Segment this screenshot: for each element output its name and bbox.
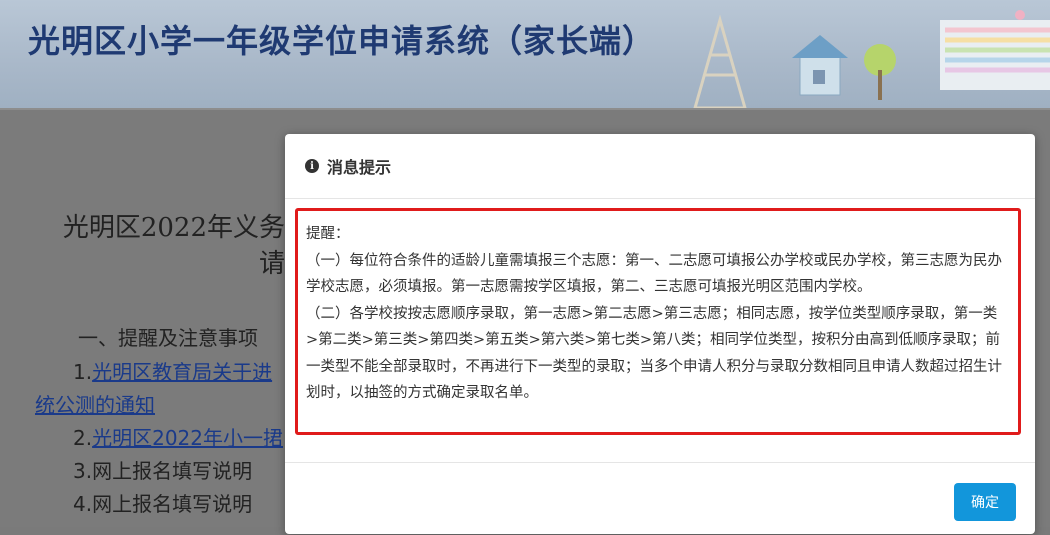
list-item-number: 1.: [73, 360, 93, 384]
message-rule-2: （二）各学校按按志愿顺序录取，第一志愿>第二志愿>第三志愿；相同志愿，按学位类型…: [306, 305, 1002, 402]
notice-text-3: 网上报名填写说明: [92, 459, 253, 483]
list-item[interactable]: 2.光明区2022年小一捃: [35, 422, 283, 455]
message-rule-1: （一）每位符合条件的适龄儿童需填报三个志愿：第一、二志愿可填报公办学校或民办学校…: [306, 252, 1002, 296]
list-item[interactable]: 1.光明区教育局关于进: [35, 356, 283, 389]
list-item[interactable]: 统公测的通知: [35, 389, 283, 422]
info-circle-icon: i: [305, 159, 319, 173]
list-item-number: 3.: [73, 459, 93, 483]
document-title: 光明区2022年义务 请: [45, 210, 285, 282]
notice-text-4: 网上报名填写说明: [92, 492, 253, 516]
list-item: 4.网上报名填写说明: [35, 488, 283, 521]
document-title-line2: 请: [258, 249, 285, 279]
message-dialog: i 消息提示 提醒： （一）每位符合条件的适龄儿童需填报三个志愿：第一、二志愿可…: [285, 134, 1035, 534]
list-item-number: 2.: [73, 426, 93, 450]
notice-link-1[interactable]: 光明区教育局关于进: [92, 360, 272, 384]
confirm-button[interactable]: 确定: [954, 483, 1016, 521]
list-item-number: 4.: [73, 492, 93, 516]
notice-link-1-continuation[interactable]: 统公测的通知: [35, 393, 155, 417]
notice-list: 1.光明区教育局关于进 统公测的通知 2.光明区2022年小一捃 3.网上报名填…: [35, 356, 283, 521]
dialog-footer: 确定: [285, 462, 1035, 535]
list-item: 3.网上报名填写说明: [35, 455, 283, 488]
document-title-line1: 光明区2022年义务: [62, 213, 285, 243]
header-banner: 光明区小学一年级学位申请系统（家长端）: [0, 0, 1050, 108]
dialog-message: 提醒： （一）每位符合条件的适龄儿童需填报三个志愿：第一、二志愿可填报公办学校或…: [295, 208, 1021, 435]
section-heading: 一、提醒及注意事项: [78, 326, 258, 350]
notice-link-2[interactable]: 光明区2022年小一捃: [92, 426, 283, 450]
banner-illustration: [693, 10, 1050, 108]
dialog-title: 消息提示: [327, 158, 392, 177]
dialog-header: i 消息提示: [285, 134, 1035, 199]
app-title: 光明区小学一年级学位申请系统（家长端）: [28, 22, 656, 60]
message-intro: 提醒：: [306, 226, 350, 242]
